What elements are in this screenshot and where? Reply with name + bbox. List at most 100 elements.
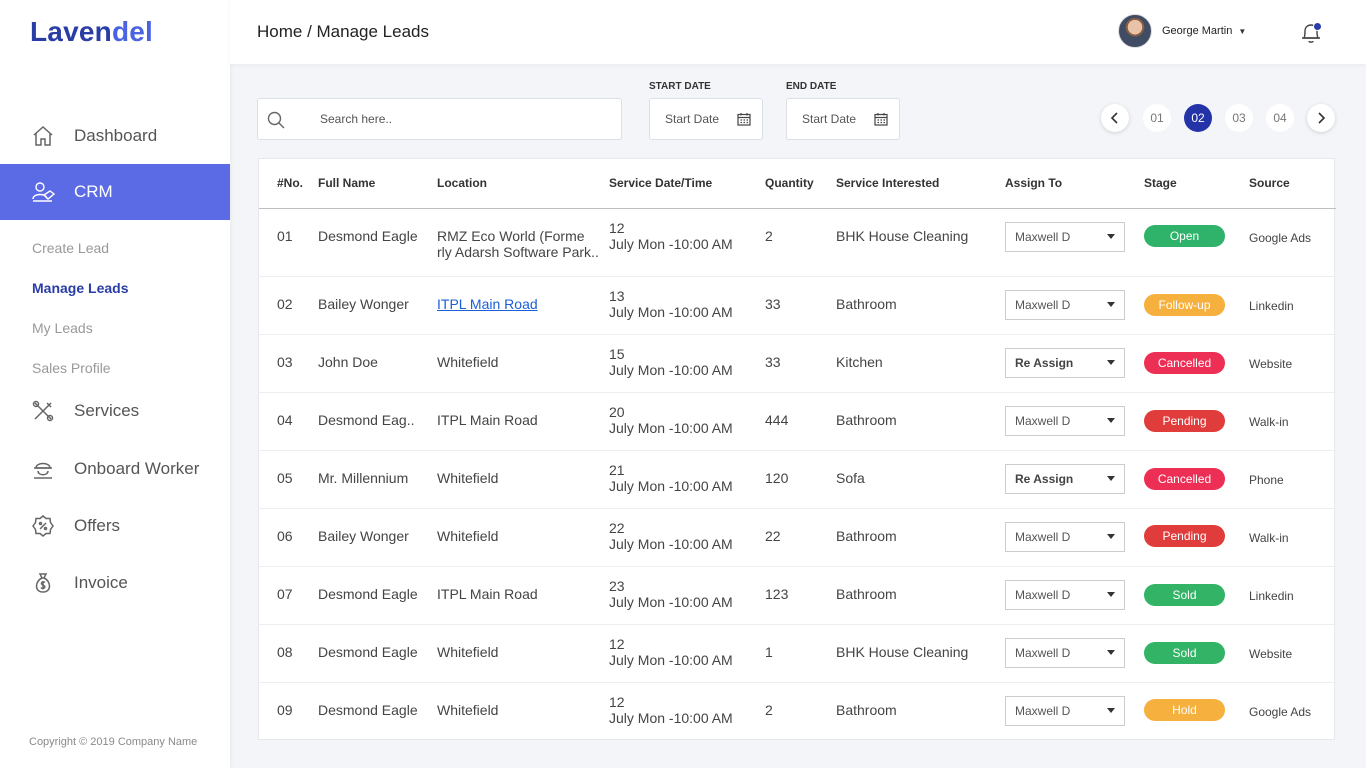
sidebar-item-services[interactable]: Services [0,383,230,439]
offer-badge-icon [30,513,56,539]
table-row[interactable]: 06 Bailey Wonger Whitefield 22 July Mon … [259,509,1336,567]
assign-select[interactable]: Maxwell D [1005,406,1125,436]
cell-date-time: July Mon -10:00 AM [609,236,733,252]
cell-date-time: July Mon -10:00 AM [609,478,733,494]
table-row[interactable]: 05 Mr. Millennium Whitefield 21 July Mon… [259,451,1336,509]
cell-date-time: July Mon -10:00 AM [609,536,733,552]
cell-date-day: 12 [609,694,625,710]
table-row[interactable]: 07 Desmond Eagle ITPL Main Road 23 July … [259,567,1336,625]
assign-select[interactable]: Re Assign [1005,464,1125,494]
column-header-full-name[interactable]: Full Name [318,176,375,190]
cell-date-time: July Mon -10:00 AM [609,652,733,668]
dropdown-arrow-icon [1107,234,1115,239]
cell-source: Google Ads [1249,705,1312,719]
dropdown-arrow-icon [1107,302,1115,307]
cell-no: 08 [277,644,293,660]
start-date-value: Start Date [665,112,720,126]
table-row[interactable]: 08 Desmond Eagle Whitefield 12 July Mon … [259,625,1336,683]
sidebar-subitem-sales-profile[interactable]: Sales Profile [32,360,111,376]
start-date-picker[interactable]: Start Date [649,98,763,140]
cell-location: ITPL Main Road [437,412,538,428]
worker-icon [30,456,56,482]
pagination-next-button[interactable] [1307,104,1335,132]
cell-service: Bathroom [836,586,897,602]
dropdown-arrow-icon [1107,708,1115,713]
cell-no: 09 [277,702,293,718]
assign-select[interactable]: Maxwell D [1005,696,1125,726]
status-badge: Cancelled [1144,352,1225,374]
cell-name: Bailey Wonger [318,528,409,544]
cell-no: 02 [277,296,293,312]
cell-location: ITPL Main Road [437,586,538,602]
sidebar-subitem-manage-leads[interactable]: Manage Leads [32,280,128,296]
user-menu[interactable]: George Martin ▼ [1118,14,1246,48]
pagination-page-02[interactable]: 02 [1184,104,1212,132]
status-badge: Pending [1144,525,1225,547]
assign-value: Maxwell D [1015,704,1071,718]
cell-date-time: July Mon -10:00 AM [609,710,733,726]
cell-name: Bailey Wonger [318,296,409,312]
assign-select[interactable]: Maxwell D [1005,580,1125,610]
pagination-page-04[interactable]: 04 [1266,104,1294,132]
search-box[interactable] [257,98,622,140]
status-badge: Open [1144,225,1225,247]
location-link[interactable]: ITPL Main Road [437,296,538,312]
column-header-source[interactable]: Source [1249,176,1290,190]
table-row[interactable]: 03 John Doe Whitefield 15 July Mon -10:0… [259,335,1336,393]
cell-date-time: July Mon -10:00 AM [609,304,733,320]
assign-select[interactable]: Maxwell D [1005,222,1125,252]
chevron-down-icon: ▼ [1238,26,1247,36]
cell-location-link[interactable]: ITPL Main Road [437,296,538,312]
avatar [1118,14,1152,48]
sidebar-item-crm[interactable]: CRM [0,164,230,220]
table-row[interactable]: 02 Bailey Wonger ITPL Main Road 13 July … [259,277,1336,335]
sidebar-item-onboard-worker[interactable]: Onboard Worker [0,441,230,497]
cell-no: 07 [277,586,293,602]
cell-service: Bathroom [836,296,897,312]
cell-service: BHK House Cleaning [836,644,969,660]
assign-select[interactable]: Maxwell D [1005,638,1125,668]
search-input[interactable] [320,109,600,129]
sidebar-item-label: Offers [74,516,120,535]
column-header-stage[interactable]: Stage [1144,176,1177,190]
column-header-quantity[interactable]: Quantity [765,176,814,190]
cell-quantity: 120 [765,470,789,486]
cell-date-day: 13 [609,288,625,304]
sidebar-subitem-my-leads[interactable]: My Leads [32,320,93,336]
pagination-prev-button[interactable] [1101,104,1129,132]
notification-bell-icon[interactable] [1298,20,1324,46]
pagination-page-01[interactable]: 01 [1143,104,1171,132]
cell-date-time: July Mon -10:00 AM [609,594,733,610]
sidebar-item-label: Dashboard [74,126,158,145]
sidebar-subitem-create-lead[interactable]: Create Lead [32,240,109,256]
column-header-service-interested[interactable]: Service Interested [836,176,939,190]
column-header-location[interactable]: Location [437,176,487,190]
sidebar-item-dashboard[interactable]: Dashboard [0,108,230,164]
sidebar-item-invoice[interactable]: Invoice [0,555,230,611]
cell-name: Desmond Eagle [318,228,418,244]
brand-logo[interactable]: Lavendel [30,16,153,48]
dropdown-arrow-icon [1107,650,1115,655]
table-row[interactable]: 09 Desmond Eagle Whitefield 12 July Mon … [259,683,1336,741]
table-row[interactable]: 01 Desmond Eagle RMZ Eco World (Forme rl… [259,209,1336,277]
cell-date-day: 20 [609,404,625,420]
column-header-assign-to[interactable]: Assign To [1005,176,1062,190]
column-header-service-date[interactable]: Service Date/Time [609,176,712,190]
cell-location: Whitefield [437,470,499,486]
dropdown-arrow-icon [1107,534,1115,539]
start-date-label: START DATE [649,81,711,92]
assign-select[interactable]: Re Assign [1005,348,1125,378]
status-badge: Hold [1144,699,1225,721]
chevron-left-icon [1110,112,1118,124]
sidebar-item-offers[interactable]: Offers [0,498,230,554]
sidebar: Lavendel Dashboard CRM Create Lead Manag… [0,0,230,768]
cell-date-day: 12 [609,636,625,652]
end-date-picker[interactable]: Start Date [786,98,900,140]
status-badge: Sold [1144,584,1225,606]
column-header-no[interactable]: #No. [277,176,303,190]
pagination-page-03[interactable]: 03 [1225,104,1253,132]
table-row[interactable]: 04 Desmond Eag.. ITPL Main Road 20 July … [259,393,1336,451]
assign-select[interactable]: Maxwell D [1005,290,1125,320]
top-header: Home / Manage Leads George Martin ▼ [230,0,1366,64]
assign-select[interactable]: Maxwell D [1005,522,1125,552]
